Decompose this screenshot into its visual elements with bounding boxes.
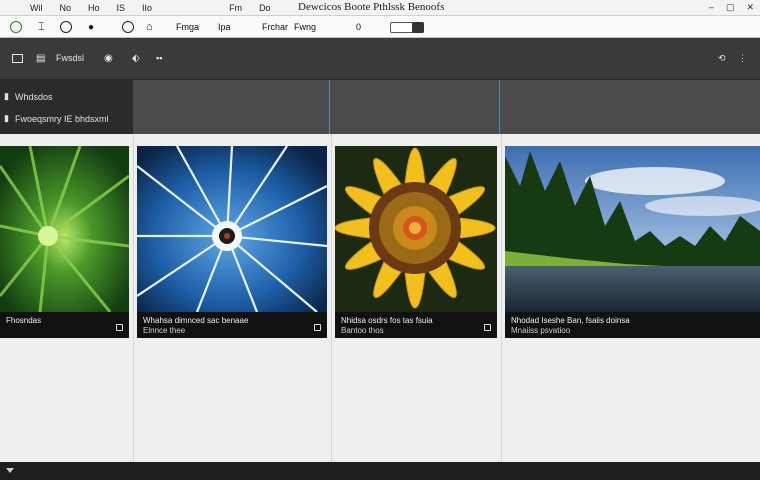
options-button[interactable]: ⋮	[738, 50, 747, 66]
toolbar: ⌶ ● ⌂ Fmga Ipa Frchar Fwng 0	[0, 16, 760, 38]
tool-button[interactable]	[122, 20, 134, 34]
column-line	[501, 134, 502, 462]
grid-icon	[12, 53, 23, 63]
tag-icon: ⬖	[132, 52, 140, 64]
triangle-icon: ⌂	[146, 21, 153, 33]
menu-item[interactable]: IIo	[134, 3, 161, 13]
folder-icon: ▮	[4, 91, 9, 101]
photo-card[interactable]: Nhodad Iseshe Ban, fsaiis doinsa Mnaiiss…	[505, 146, 760, 338]
select-checkbox[interactable]	[314, 324, 321, 331]
menu-item[interactable]: Ho	[80, 3, 109, 13]
menu-bar: Wil No Ho IS IIo Fm Do Dewcicos Boote Pt…	[0, 0, 760, 16]
photo-card[interactable]: Fhosndas	[0, 146, 129, 338]
cursor-icon: ⌶	[38, 20, 45, 33]
toolbar-label[interactable]: Fmga	[176, 20, 199, 34]
user-button[interactable]: ◉	[104, 50, 113, 66]
panel-item[interactable]: ▮ Whdsdos	[4, 91, 52, 102]
toolbar-label[interactable]: Fwng	[294, 20, 316, 34]
menu-item[interactable]: Do	[251, 3, 280, 13]
tool-button[interactable]: ●	[88, 20, 94, 34]
tool-button[interactable]: ⌂	[146, 20, 153, 34]
eye-icon	[122, 21, 134, 33]
toolbar-value: 0	[356, 22, 362, 32]
zoom-toggle[interactable]	[390, 20, 424, 34]
column-divider[interactable]	[329, 80, 330, 134]
photo-card[interactable]: Nhidsa osdrs fos tas fsuia Bantoo thos	[335, 146, 497, 338]
panel-item[interactable]: ▮ Fwoeqsmry IE bhdsxml	[4, 113, 108, 124]
folder-label[interactable]: Fwsdsl	[56, 50, 84, 66]
grid-header	[133, 80, 760, 134]
photo-caption: Whahsa dimnced sac benaae Elnnce thee	[143, 316, 249, 335]
rotate-icon: ⟲	[718, 52, 726, 63]
grid-view-button[interactable]	[12, 50, 23, 66]
photo-caption: Fhosndas	[6, 316, 42, 325]
left-panel: ▮ Whdsdos ▮ Fwoeqsmry IE bhdsxml	[0, 80, 133, 134]
window-title: Dewcicos Boote Pthlssk Benoofs	[298, 1, 445, 13]
maximize-button[interactable]: ▢	[726, 2, 735, 13]
status-bar	[0, 462, 760, 480]
tool-button[interactable]	[60, 20, 72, 34]
select-checkbox[interactable]	[484, 324, 491, 331]
menu-item[interactable]: Fm	[221, 3, 251, 13]
column-line	[331, 134, 332, 462]
photo-caption: Nhodad Iseshe Ban, fsaiis doinsa Mnaiiss…	[511, 316, 630, 335]
tag-button[interactable]: ⬖	[132, 50, 140, 66]
dot-icon: ●	[88, 21, 95, 33]
toggle-switch	[390, 21, 424, 33]
close-button[interactable]: ✕	[746, 2, 754, 13]
menu-item[interactable]: Wil	[22, 3, 52, 13]
photo-card[interactable]: Whahsa dimnced sac benaae Elnnce thee	[137, 146, 327, 338]
rotate-button[interactable]: ⟲	[718, 50, 726, 66]
toolbar-label[interactable]: Ipa	[218, 20, 231, 34]
menu-item[interactable]: No	[52, 3, 81, 13]
folder-icon: ▮	[4, 113, 9, 123]
more-button[interactable]: ▪▪	[156, 50, 162, 66]
secondary-toolbar: ▤ Fwsdsl ◉ ⬖ ▪▪ ⟲ ⋮	[0, 38, 760, 80]
photo-browser-app: Wil No Ho IS IIo Fm Do Dewcicos Boote Pt…	[0, 0, 760, 480]
target-icon	[60, 21, 72, 33]
refresh-icon	[10, 21, 22, 33]
user-icon: ◉	[104, 52, 113, 64]
column-line	[133, 134, 134, 462]
photo-thumbnail[interactable]	[137, 146, 327, 312]
list-icon: ▤	[36, 52, 46, 64]
photo-grid: Fhosndas Whahsa dimnced sac benaae Elnnc…	[0, 134, 760, 462]
tool-button[interactable]	[10, 20, 22, 34]
dots-icon: ▪▪	[156, 53, 163, 63]
toolbar-label[interactable]: Frchar	[262, 20, 288, 34]
column-divider[interactable]	[499, 80, 500, 134]
more-vertical-icon: ⋮	[738, 52, 747, 63]
menu-item[interactable]: IS	[109, 3, 135, 13]
window-controls: – ▢ ✕	[709, 2, 754, 13]
photo-thumbnail[interactable]	[505, 146, 760, 312]
tool-button[interactable]: ⌶	[38, 20, 45, 34]
photo-thumbnail[interactable]	[335, 146, 497, 312]
collapse-icon[interactable]	[6, 468, 14, 473]
list-view-button[interactable]: ▤	[36, 50, 45, 66]
select-checkbox[interactable]	[116, 324, 123, 331]
photo-caption: Nhidsa osdrs fos tas fsuia Bantoo thos	[341, 316, 433, 335]
photo-thumbnail[interactable]	[0, 146, 129, 312]
minimize-button[interactable]: –	[709, 2, 714, 13]
